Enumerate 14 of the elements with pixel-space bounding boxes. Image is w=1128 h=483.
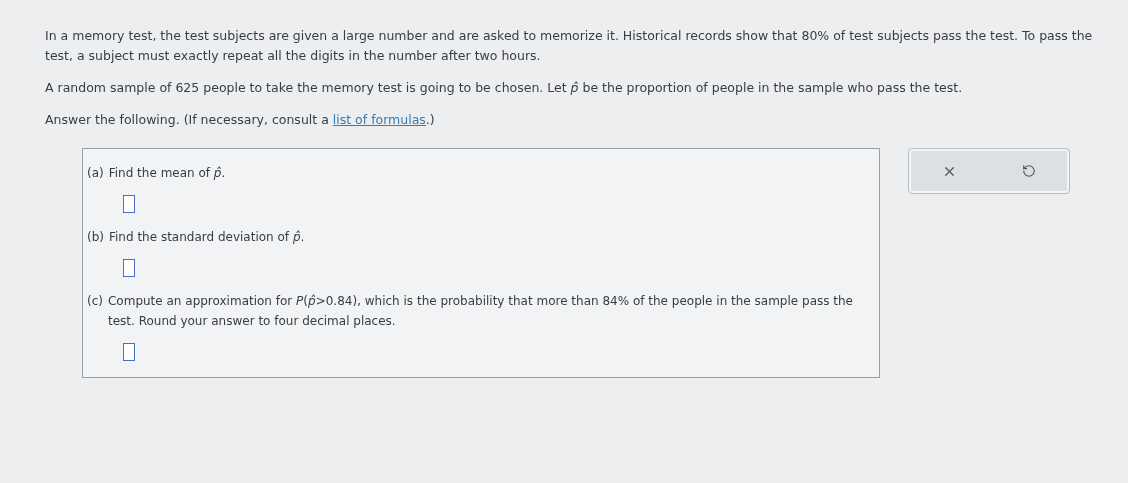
problem-text: A random sample of 625 people to take the memory test is going to be chosen. Let p̂ be the proportion of people in the sample who pass the test. xyxy=(45,79,964,97)
part-label: (a) xyxy=(87,165,104,182)
problem-text: In a memory test, the test subjects are given a large number and are asked to memorize it. Historical records show that 80% of test subjects pass the test. To pass the test, a subject must exactly repeat all the digits in the number after two hours. xyxy=(45,27,1094,65)
answer-field[interactable] xyxy=(123,343,135,361)
part-label: (c) xyxy=(87,293,103,310)
undo-icon xyxy=(1022,164,1037,178)
question-text: Find the standard deviation of p̂. xyxy=(109,229,305,246)
answer-field[interactable] xyxy=(123,259,135,277)
part-label: (b) xyxy=(87,229,104,246)
question-text: Find the mean of p̂. xyxy=(108,165,226,182)
answer-field[interactable] xyxy=(123,195,135,213)
formulas-link[interactable]: list of formulas xyxy=(332,112,426,127)
instruction-text: Answer the following. (If necessary, consult a list of formulas.) xyxy=(45,111,436,129)
question-text: Compute an approximation for P(p̂>0.84), which is the probability that more than 84% of the people in the sample pass the test. Round your answer to four decimal places. xyxy=(107,293,854,330)
